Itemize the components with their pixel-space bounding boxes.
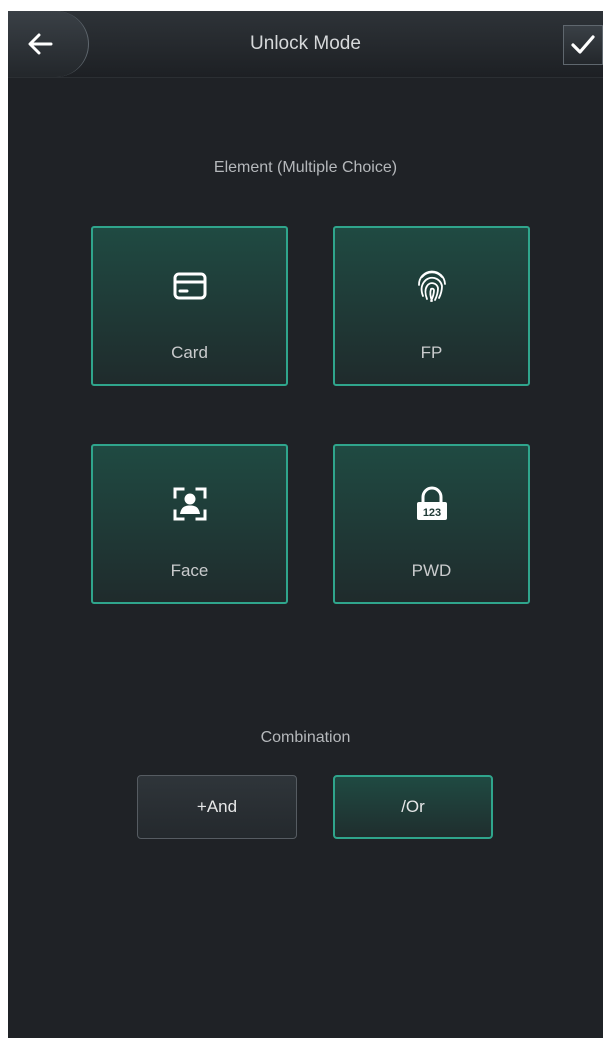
back-button[interactable] [8, 11, 89, 77]
element-label-face: Face [170, 561, 209, 580]
element-label-fp: FP [420, 343, 443, 362]
element-label-pwd: PWD [411, 561, 452, 580]
page-title: Unlock Mode [250, 33, 361, 54]
password-lock-digits: 123 [422, 507, 440, 519]
element-label-card: Card [171, 343, 208, 362]
element-tile-face[interactable]: Face [91, 444, 288, 604]
unlock-mode-screen: Unlock Mode Element (Multiple Choice) Ca… [8, 11, 603, 1038]
face-icon [93, 486, 286, 522]
combination-or-label: /Or [401, 797, 425, 816]
element-tile-card[interactable]: Card [91, 226, 288, 386]
confirm-button[interactable] [563, 25, 603, 65]
combination-section-label: Combination [260, 729, 351, 746]
fingerprint-icon [335, 268, 528, 304]
combination-and-button[interactable]: +And [137, 775, 297, 839]
header-bar: Unlock Mode [8, 11, 603, 78]
element-section-label: Element (Multiple Choice) [213, 159, 398, 176]
arrow-left-icon [28, 33, 53, 55]
checkmark-icon [571, 35, 595, 54]
combination-or-button[interactable]: /Or [333, 775, 493, 839]
card-icon [93, 268, 286, 304]
password-lock-icon: 123 [335, 486, 528, 522]
element-tile-pwd[interactable]: 123 PWD [333, 444, 530, 604]
combination-and-label: +And [196, 797, 238, 816]
element-tile-fp[interactable]: FP [333, 226, 530, 386]
